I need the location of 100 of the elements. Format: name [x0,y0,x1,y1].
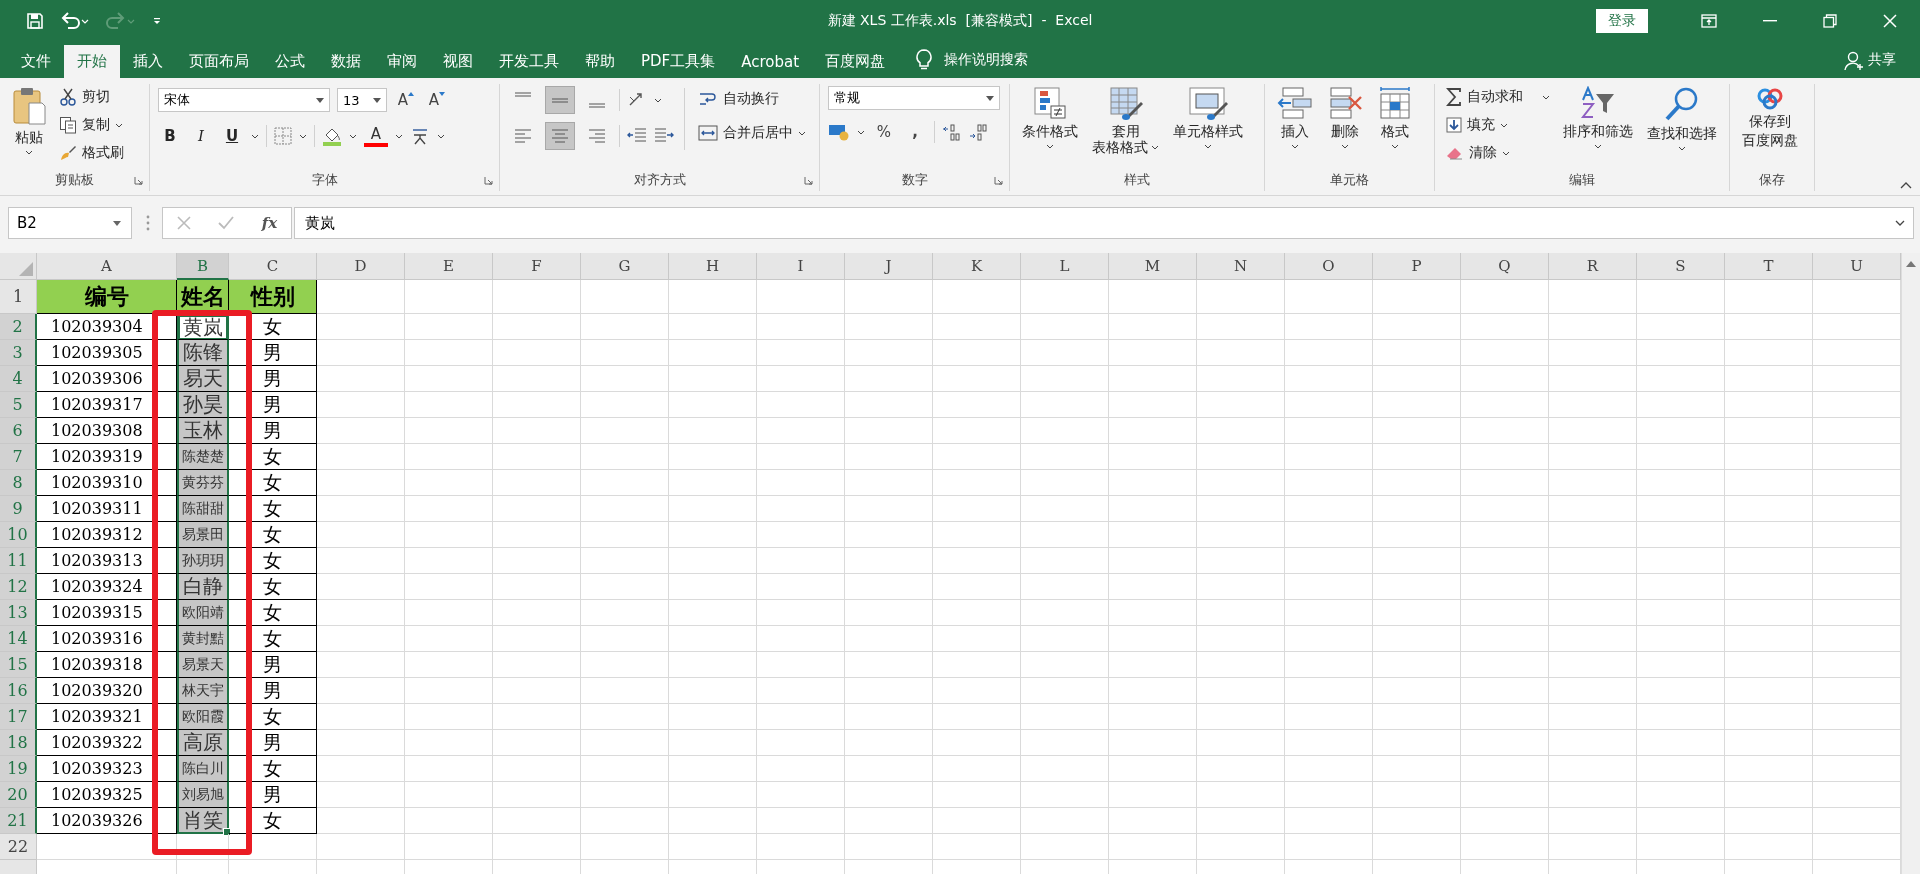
name-box[interactable]: B2 [8,207,132,239]
dialog-launcher-icon[interactable] [994,176,1003,185]
bold-button[interactable]: B [158,123,182,149]
caret-icon[interactable] [251,133,259,139]
column-header[interactable]: L [1021,253,1109,280]
row-header[interactable]: 3 [0,340,37,366]
column-header[interactable]: S [1637,253,1725,280]
column-header[interactable]: U [1813,253,1901,280]
row-header[interactable]: 14 [0,626,37,652]
row-header[interactable]: 18 [0,730,37,756]
row-header[interactable]: 19 [0,756,37,782]
find-select-button[interactable]: 查找和选择 [1643,84,1721,154]
ribbon-tab[interactable]: 帮助 [572,45,628,78]
column-header[interactable]: F [493,253,581,280]
customize-caret-icon[interactable] [152,16,162,26]
ribbon-tab[interactable]: 视图 [430,45,486,78]
row-header[interactable]: 7 [0,444,37,470]
fill-color-icon[interactable] [322,126,342,146]
row-header[interactable]: 5 [0,392,37,418]
clear-button[interactable]: 清除 [1443,140,1553,166]
conditional-formatting-button[interactable]: 条件格式 [1018,84,1082,152]
paste-button[interactable]: 粘贴 [8,84,50,158]
insert-cells-button[interactable]: 插入 [1273,84,1317,152]
column-header[interactable]: D [317,253,405,280]
format-as-table-button[interactable]: 套用 表格格式 [1088,84,1163,158]
close-icon[interactable] [1883,14,1897,28]
font-color-button[interactable]: A [364,125,388,147]
format-painter-button[interactable]: 格式刷 [56,140,127,166]
cell-styles-button[interactable]: 单元格样式 [1169,84,1247,152]
column-header[interactable]: R [1549,253,1637,280]
save-icon[interactable] [26,12,44,30]
row-header[interactable]: 13 [0,600,37,626]
ribbon-display-icon[interactable] [1701,14,1717,28]
minimize-icon[interactable] [1763,20,1777,22]
column-header[interactable]: C [229,253,317,280]
share-button[interactable]: 共享 [1868,51,1896,69]
increase-font-size-button[interactable]: A [394,87,418,113]
column-header[interactable]: K [933,253,1021,280]
column-header[interactable]: I [757,253,845,280]
caret-icon[interactable] [857,129,865,135]
fill-handle[interactable] [223,828,231,836]
column-header[interactable]: H [669,253,757,280]
column-header[interactable]: Q [1461,253,1549,280]
format-cells-button[interactable]: 格式 [1373,84,1417,152]
dialog-launcher-icon[interactable] [484,176,493,185]
column-header[interactable]: A [37,253,177,280]
column-header[interactable]: E [405,253,493,280]
number-format-field[interactable]: 常规 [828,86,1000,110]
row-header[interactable]: 4 [0,366,37,392]
undo-icon[interactable] [60,12,90,30]
merge-center-button[interactable]: 合并后居中 [695,120,809,146]
row-header[interactable]: 22 [0,834,37,860]
ribbon-tab[interactable]: 开发工具 [486,45,572,78]
ribbon-tab[interactable]: 页面布局 [176,45,262,78]
row-header[interactable]: 11 [0,548,37,574]
caret-icon[interactable] [349,133,357,139]
row-header[interactable]: 1 [0,280,37,314]
decrease-indent-icon[interactable] [627,128,647,144]
ribbon-tab[interactable]: 开始 [64,45,120,78]
row-header[interactable]: 21 [0,808,37,834]
column-header[interactable]: M [1109,253,1197,280]
comma-style-button[interactable]: , [903,119,927,145]
phonetic-guide-icon[interactable] [410,126,430,146]
dialog-launcher-icon[interactable] [134,176,143,185]
ribbon-tab[interactable]: PDF工具集 [628,45,729,78]
ribbon-tab[interactable]: 审阅 [374,45,430,78]
ribbon-tab[interactable]: 插入 [120,45,176,78]
lightbulb-icon[interactable] [916,49,933,71]
insert-function-button[interactable]: fx [261,214,278,232]
caret-icon[interactable] [395,133,403,139]
ribbon-tab[interactable]: 百度网盘 [812,45,899,78]
decrease-decimal-icon[interactable] [969,123,989,141]
formula-field[interactable]: 黄岚 [294,207,1914,239]
save-to-cloud-button[interactable]: 保存到 百度网盘 [1738,84,1802,151]
delete-cells-button[interactable]: 删除 [1323,84,1367,152]
caret-icon[interactable] [437,133,445,139]
row-header[interactable]: 20 [0,782,37,808]
vertical-scrollbar[interactable] [1901,253,1920,874]
decrease-font-size-button[interactable]: A [425,87,449,113]
tell-me-search[interactable]: 操作说明搜索 [944,51,1029,69]
caret-icon[interactable] [654,97,662,103]
restore-icon[interactable] [1823,14,1837,28]
row-header[interactable]: 10 [0,522,37,548]
caret-icon[interactable] [299,133,307,139]
column-header[interactable]: B [177,253,229,280]
fill-button[interactable]: 填充 [1443,112,1553,138]
row-header[interactable]: 15 [0,652,37,678]
dialog-launcher-icon[interactable] [804,176,813,185]
check-icon[interactable] [218,216,235,230]
ribbon-tab[interactable]: 公式 [262,45,318,78]
row-header[interactable]: 2 [0,314,37,340]
column-header[interactable]: P [1373,253,1461,280]
ribbon-tab[interactable]: Acrobat [728,45,813,78]
currency-icon[interactable] [828,123,850,141]
ribbon-tab[interactable]: 数据 [318,45,374,78]
italic-button[interactable]: I [189,123,213,149]
wrap-text-button[interactable]: 自动换行 [695,86,809,112]
row-header[interactable]: 12 [0,574,37,600]
autosum-button[interactable]: 自动求和 [1443,84,1553,110]
font-name-field[interactable]: 宋体 [158,88,330,112]
